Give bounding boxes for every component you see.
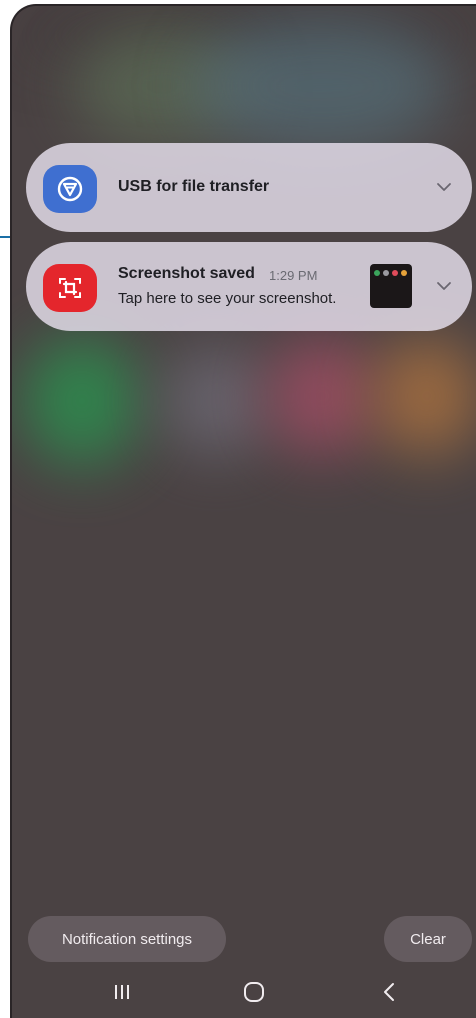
thumbnail-dot [401, 270, 407, 276]
recent-apps-icon[interactable] [107, 970, 137, 1014]
screenshot-thumbnail[interactable] [370, 264, 412, 308]
thumbnail-dot [374, 270, 380, 276]
screenshot-icon [43, 264, 97, 312]
expand-chevron-icon[interactable] [434, 177, 454, 197]
wallpaper-blur [162, 346, 272, 456]
expand-chevron-icon[interactable] [434, 276, 454, 296]
wallpaper-blur [22, 336, 142, 466]
back-icon[interactable] [374, 970, 404, 1014]
usb-notification-title: USB for file transfer [118, 178, 270, 195]
usb-notification[interactable]: USB for file transfer [26, 143, 472, 232]
thumbnail-dot [383, 270, 389, 276]
notification-settings-button[interactable]: Notification settings [28, 916, 226, 962]
thumbnail-dot [392, 270, 398, 276]
wallpaper-blur [372, 336, 476, 456]
home-icon[interactable] [239, 970, 269, 1014]
screenshot-notification-body: Tap here to see your screenshot. [118, 290, 337, 307]
screenshot-notification-title: Screenshot saved [118, 265, 255, 282]
screenshot-notification[interactable]: Screenshot saved 1:29 PM Tap here to see… [26, 242, 472, 331]
wallpaper-blur [192, 16, 452, 156]
clear-button[interactable]: Clear [384, 916, 472, 962]
notification-panel: USB for file transfer Screenshot saved 1… [10, 4, 476, 1018]
wallpaper-blur [267, 336, 377, 456]
notification-time: 1:29 PM [269, 268, 318, 283]
usb-icon [43, 165, 97, 213]
